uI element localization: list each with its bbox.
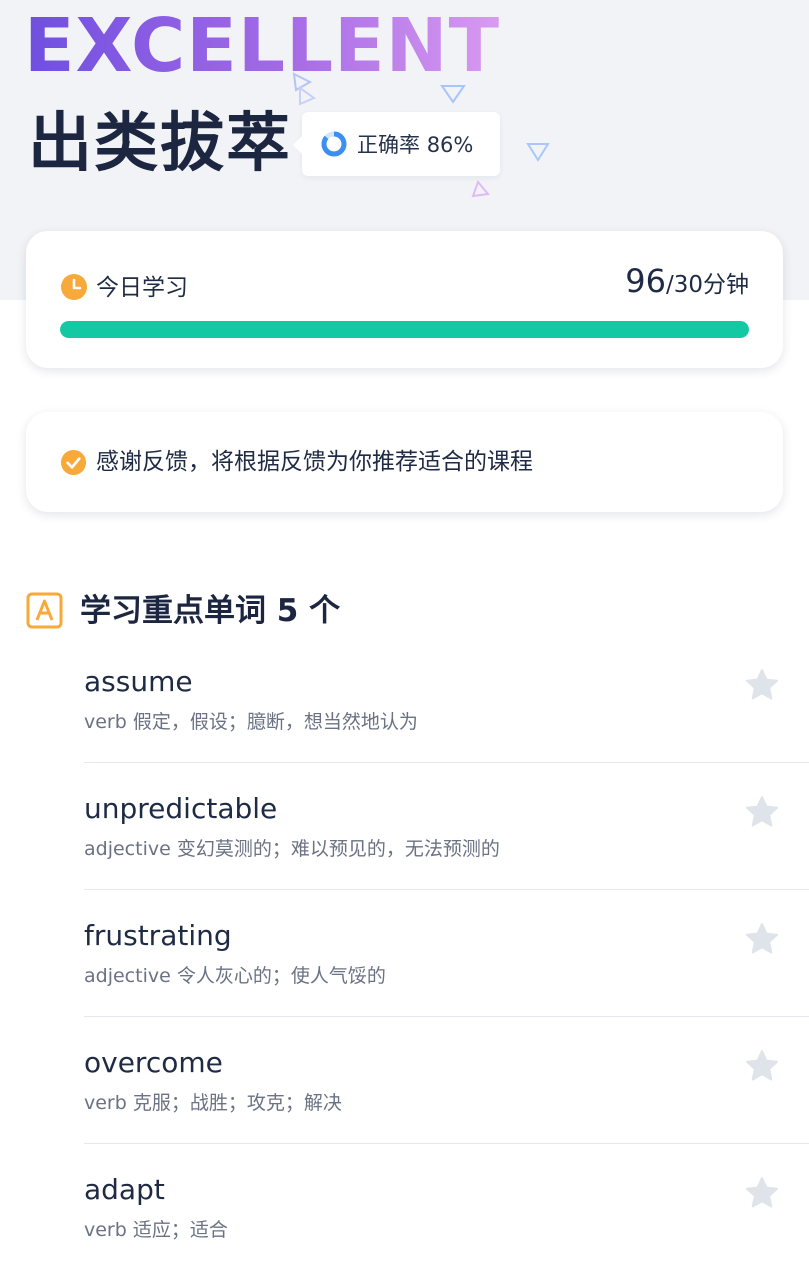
word-text: assume — [84, 665, 193, 698]
today-study-label: 今日学习 — [96, 275, 188, 301]
word-definition: adjective 令人灰心的；使人气馁的 — [84, 965, 386, 987]
star-icon[interactable] — [744, 921, 780, 957]
feedback-card: 感谢反馈，将根据反馈为你推荐适合的课程 — [26, 412, 783, 512]
study-minutes: 96/30分钟 — [625, 261, 749, 307]
triangle-decoration — [471, 180, 490, 198]
accuracy-text: 正确率 86% — [357, 129, 473, 159]
accuracy-label: 正确率 — [357, 133, 420, 157]
minutes-done: 96 — [625, 262, 666, 300]
check-circle-icon — [60, 449, 87, 476]
today-study-card: 今日学习 96/30分钟 — [26, 231, 783, 368]
excellent-badge: EXCELLENT — [24, 3, 501, 89]
word-item[interactable]: adapt verb 适应；适合 — [84, 1144, 809, 1270]
word-text: adapt — [84, 1173, 165, 1206]
word-text: unpredictable — [84, 792, 278, 825]
feedback-message: 感谢反馈，将根据反馈为你推荐适合的课程 — [96, 449, 533, 475]
word-definition: verb 克服；战胜；攻克；解决 — [84, 1092, 342, 1114]
clock-icon — [61, 274, 87, 300]
result-title: 出类拔萃 — [28, 107, 292, 181]
triangle-decoration — [526, 143, 550, 162]
key-words-title: 学习重点单词 5 个 — [80, 593, 341, 629]
star-icon[interactable] — [744, 794, 780, 830]
accuracy-pill: 正确率 86% — [293, 112, 500, 176]
accuracy-ring-icon — [321, 131, 347, 157]
study-progress-bar — [60, 321, 749, 338]
star-icon[interactable] — [744, 1175, 780, 1211]
word-item[interactable]: assume verb 假定，假设；臆断，想当然地认为 — [84, 636, 809, 763]
word-text: overcome — [84, 1046, 223, 1079]
word-definition: verb 假定，假设；臆断，想当然地认为 — [84, 711, 418, 733]
study-progress-fill — [60, 321, 749, 338]
star-icon[interactable] — [744, 1048, 780, 1084]
word-definition: verb 适应；适合 — [84, 1219, 228, 1241]
word-item[interactable]: frustrating adjective 令人灰心的；使人气馁的 — [84, 890, 809, 1017]
minutes-goal: /30分钟 — [665, 272, 749, 298]
accuracy-value: 86% — [426, 133, 474, 157]
word-definition: adjective 变幻莫测的；难以预见的，无法预测的 — [84, 838, 500, 860]
word-list: assume verb 假定，假设；臆断，想当然地认为 unpredictable a… — [84, 636, 809, 1270]
word-item[interactable]: unpredictable adjective 变幻莫测的；难以预见的，无法预测的 — [84, 763, 809, 890]
word-item[interactable]: overcome verb 克服；战胜；攻克；解决 — [84, 1017, 809, 1144]
word-text: frustrating — [84, 919, 232, 952]
letter-a-icon — [26, 592, 63, 629]
star-icon[interactable] — [744, 667, 780, 703]
